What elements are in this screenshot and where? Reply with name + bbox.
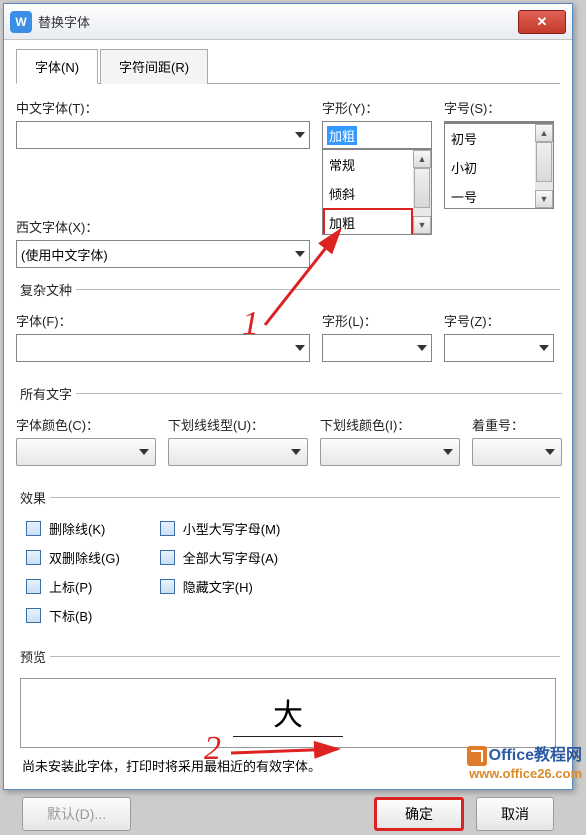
chevron-down-icon bbox=[417, 345, 427, 351]
font-color-drop[interactable] bbox=[16, 438, 156, 466]
underline-style-drop[interactable] bbox=[168, 438, 308, 466]
group-effects: 效果 删除线(K) 双删除线(G) 上标(P) 下标(B) 小型大写字母(M) … bbox=[16, 488, 560, 635]
style-input[interactable]: 加粗 bbox=[322, 121, 432, 149]
legend-preview: 预览 bbox=[16, 647, 50, 666]
ok-button[interactable]: 确定 bbox=[374, 797, 464, 831]
underline-color-drop[interactable] bbox=[320, 438, 460, 466]
chevron-down-icon bbox=[539, 345, 549, 351]
c-font-combo[interactable] bbox=[16, 334, 310, 362]
scroll-down-icon[interactable]: ▼ bbox=[535, 190, 553, 208]
tab-bar: 字体(N) 字符间距(R) bbox=[16, 48, 560, 84]
dialog-window: W 替换字体 ✕ 字体(N) 字符间距(R) 中文字体(T)： 字形(Y)： 加… bbox=[3, 3, 573, 790]
chevron-down-icon bbox=[545, 449, 555, 455]
check-sup[interactable]: 上标(P) bbox=[26, 577, 120, 596]
size-option-1[interactable]: 小初 bbox=[445, 153, 535, 182]
legend-complex: 复杂文种 bbox=[16, 280, 76, 299]
check-allcaps[interactable]: 全部大写字母(A) bbox=[160, 548, 281, 567]
emphasis-drop[interactable] bbox=[472, 438, 562, 466]
label-font-color: 字体颜色(C)： bbox=[16, 415, 156, 434]
label-c-font: 字体(F)： bbox=[16, 311, 310, 330]
west-font-combo[interactable]: (使用中文字体) bbox=[16, 240, 310, 268]
titlebar[interactable]: W 替换字体 ✕ bbox=[4, 4, 572, 40]
style-option-italic[interactable]: 倾斜 bbox=[323, 179, 413, 208]
window-title: 替换字体 bbox=[38, 12, 518, 31]
checkbox-icon bbox=[26, 521, 41, 536]
checkbox-icon bbox=[160, 579, 175, 594]
check-sub[interactable]: 下标(B) bbox=[26, 606, 120, 625]
watermark: Office教程网 www.office26.com bbox=[467, 741, 582, 781]
label-c-style: 字形(L)： bbox=[322, 311, 432, 330]
check-dstrike[interactable]: 双删除线(G) bbox=[26, 548, 120, 567]
style-option-bold[interactable]: 加粗 bbox=[323, 208, 413, 234]
chevron-down-icon bbox=[291, 449, 301, 455]
label-c-size: 字号(Z)： bbox=[444, 311, 554, 330]
scroll-thumb[interactable] bbox=[414, 168, 430, 208]
group-complex: 复杂文种 字体(F)： 字形(L)： 字号(Z)： bbox=[16, 280, 560, 372]
group-alltext: 所有文字 字体颜色(C)： 下划线线型(U)： 下划线颜色(I)： 着重号： bbox=[16, 384, 562, 476]
preview-text: 大 bbox=[233, 690, 343, 737]
label-style: 字形(Y)： bbox=[322, 98, 432, 117]
cn-font-combo[interactable] bbox=[16, 121, 310, 149]
style-listbox[interactable]: 常规 倾斜 加粗 ▲ ▼ bbox=[322, 149, 432, 235]
dialog-body: 字体(N) 字符间距(R) 中文字体(T)： 字形(Y)： 加粗 常规 倾斜 加… bbox=[4, 40, 572, 782]
default-button[interactable]: 默认(D)... bbox=[22, 797, 131, 831]
scroll-thumb[interactable] bbox=[536, 142, 552, 182]
tab-spacing[interactable]: 字符间距(R) bbox=[100, 49, 208, 84]
cancel-button[interactable]: 取消 bbox=[476, 797, 554, 831]
chevron-down-icon bbox=[443, 449, 453, 455]
label-underline-color: 下划线颜色(I)： bbox=[320, 415, 460, 434]
check-strike[interactable]: 删除线(K) bbox=[26, 519, 120, 538]
checkbox-icon bbox=[160, 550, 175, 565]
check-hidden[interactable]: 隐藏文字(H) bbox=[160, 577, 281, 596]
size-scrollbar[interactable]: ▲ ▼ bbox=[535, 124, 553, 208]
label-underline-style: 下划线线型(U)： bbox=[168, 415, 308, 434]
check-smallcaps[interactable]: 小型大写字母(M) bbox=[160, 519, 281, 538]
west-font-value: (使用中文字体) bbox=[21, 245, 108, 264]
style-option-regular[interactable]: 常规 bbox=[323, 150, 413, 179]
tab-font[interactable]: 字体(N) bbox=[16, 49, 98, 84]
checkbox-icon bbox=[26, 579, 41, 594]
style-scrollbar[interactable]: ▲ ▼ bbox=[413, 150, 431, 234]
scroll-up-icon[interactable]: ▲ bbox=[535, 124, 553, 142]
watermark-icon bbox=[467, 746, 487, 766]
label-size: 字号(S)： bbox=[444, 98, 554, 117]
label-west-font: 西文字体(X)： bbox=[16, 217, 310, 236]
size-option-0[interactable]: 初号 bbox=[445, 124, 535, 153]
close-button[interactable]: ✕ bbox=[518, 10, 566, 34]
scroll-down-icon[interactable]: ▼ bbox=[413, 216, 431, 234]
size-listbox[interactable]: 初号 小初 一号 ▲ ▼ bbox=[444, 123, 554, 209]
chevron-down-icon bbox=[295, 345, 305, 351]
c-style-combo[interactable] bbox=[322, 334, 432, 362]
label-cn-font: 中文字体(T)： bbox=[16, 98, 310, 117]
preview-box: 大 bbox=[20, 678, 556, 748]
button-row: 默认(D)... 确定 取消 bbox=[16, 793, 560, 835]
checkbox-icon bbox=[160, 521, 175, 536]
chevron-down-icon bbox=[139, 449, 149, 455]
scroll-up-icon[interactable]: ▲ bbox=[413, 150, 431, 168]
legend-effects: 效果 bbox=[16, 488, 50, 507]
legend-alltext: 所有文字 bbox=[16, 384, 76, 403]
checkbox-icon bbox=[26, 550, 41, 565]
chevron-down-icon bbox=[295, 132, 305, 138]
label-emphasis: 着重号： bbox=[472, 415, 562, 434]
app-icon: W bbox=[10, 11, 32, 33]
checkbox-icon bbox=[26, 608, 41, 623]
c-size-combo[interactable] bbox=[444, 334, 554, 362]
size-option-2[interactable]: 一号 bbox=[445, 182, 535, 208]
chevron-down-icon bbox=[295, 251, 305, 257]
